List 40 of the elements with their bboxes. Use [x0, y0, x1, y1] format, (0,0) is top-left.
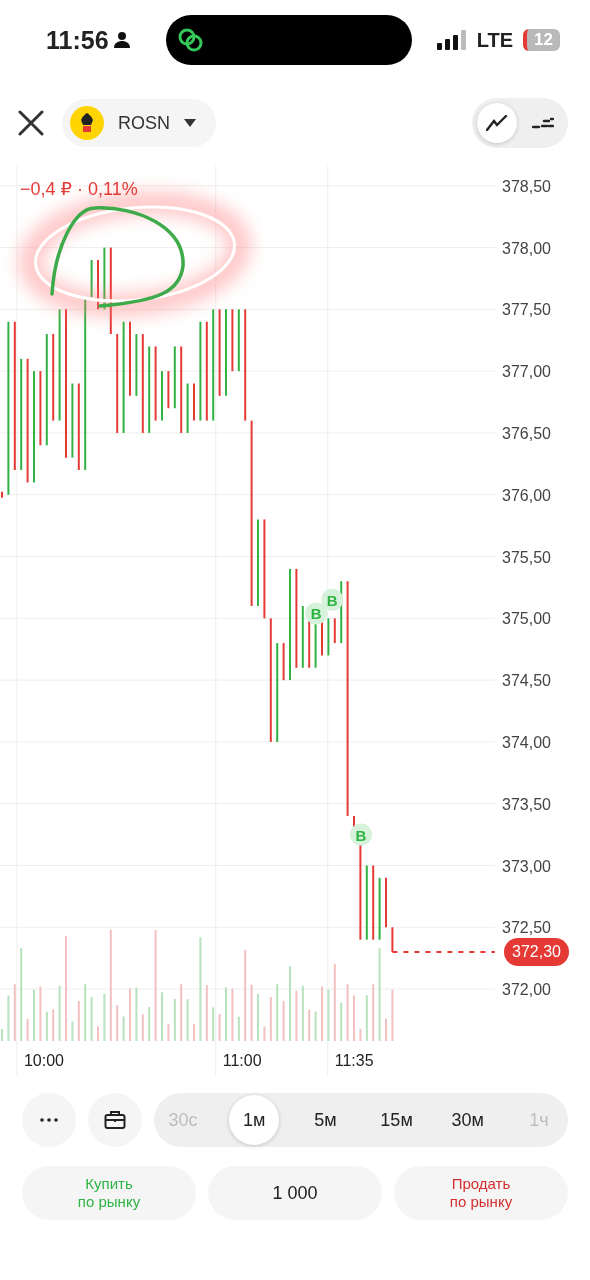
briefcase-icon — [104, 1110, 126, 1130]
network-label: LTE — [476, 28, 514, 52]
axis-label: 377,50 — [502, 301, 551, 319]
battery-indicator: 12 — [523, 29, 560, 51]
quantity-field[interactable]: 1 000 — [208, 1166, 382, 1220]
axis-label: 374,50 — [502, 672, 551, 690]
line-chart-mode[interactable] — [477, 103, 517, 143]
axis-label: 377,00 — [502, 363, 551, 381]
caret-icon — [184, 119, 196, 127]
axis-label: 375,00 — [502, 610, 551, 628]
axis-label: 372,00 — [502, 981, 551, 999]
price-change: −0,4 ₽ · 0,11% — [20, 178, 138, 200]
axis-label: 378,00 — [502, 239, 551, 257]
axis-label: 378,50 — [502, 177, 551, 195]
axis-label: 11:00 — [222, 1052, 262, 1069]
axis-label: 373,50 — [502, 795, 551, 813]
zigzag-icon — [486, 115, 508, 131]
buy-button[interactable]: Купить по рынку — [22, 1166, 196, 1220]
sell-button[interactable]: Продать по рынку — [394, 1166, 568, 1220]
axis-label: 375,50 — [502, 548, 551, 566]
axis-label: 11:35 — [334, 1052, 374, 1069]
person-icon — [112, 31, 131, 49]
axis-label: 10:00 — [24, 1052, 64, 1069]
interval-tab[interactable]: 1м — [229, 1095, 280, 1145]
ticker-selector[interactable]: ROSN — [62, 99, 216, 147]
signal-icon — [436, 30, 467, 50]
logo-icon — [70, 106, 104, 140]
axis-label: 373,00 — [502, 857, 551, 875]
axis-label: 376,00 — [502, 486, 551, 504]
dashed-lines-icon — [532, 116, 554, 130]
axis-label: 372,50 — [502, 919, 551, 937]
interval-tab[interactable]: 30м — [442, 1095, 493, 1145]
last-price-tag: 372,30 — [504, 938, 569, 966]
interval-tab[interactable]: 15м — [371, 1095, 422, 1145]
axis-label: 376,50 — [502, 424, 551, 442]
more-icon — [40, 1118, 58, 1122]
axis-label: 374,00 — [502, 733, 551, 751]
interval-tab[interactable]: 5м — [300, 1095, 351, 1145]
clock: 11:56 — [46, 25, 109, 55]
close-icon[interactable] — [18, 110, 44, 136]
